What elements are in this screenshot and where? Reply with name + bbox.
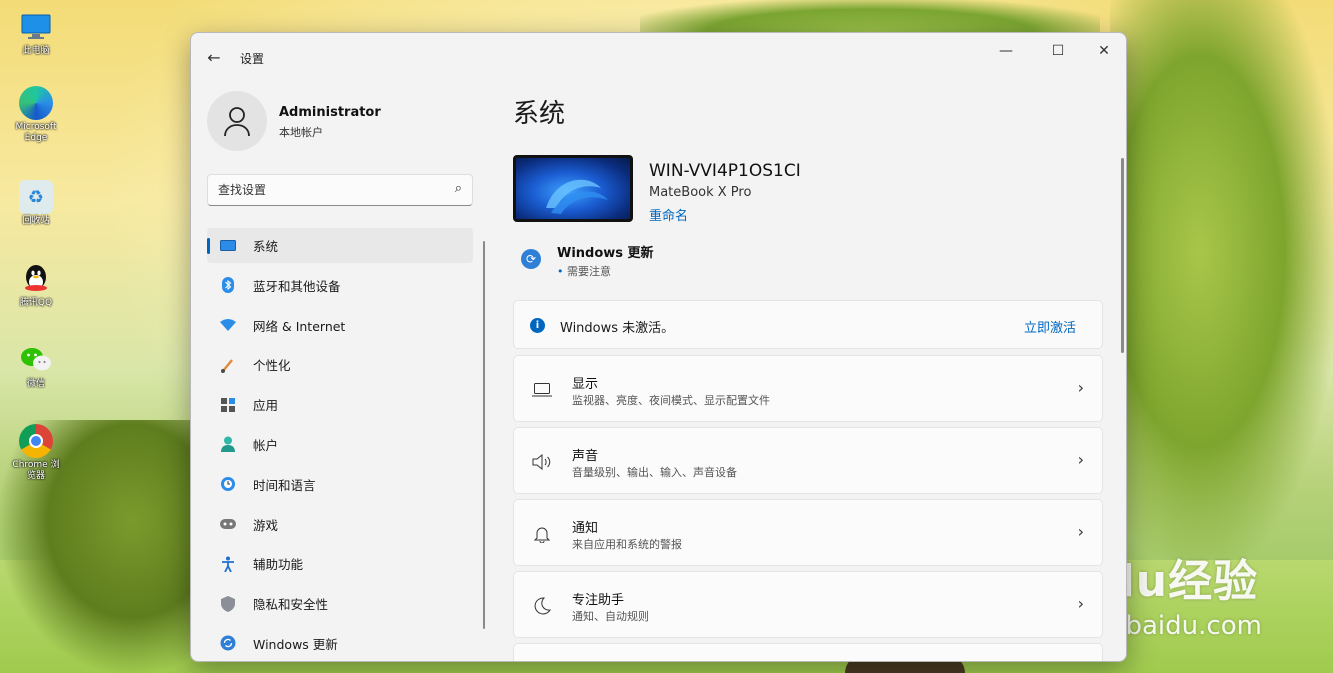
search-box[interactable]: ⌕ (207, 174, 473, 206)
device-model: MateBook X Pro (649, 185, 752, 200)
update-title[interactable]: Windows 更新 (557, 242, 654, 261)
device-wallpaper-thumbnail (513, 155, 633, 222)
qq-icon (19, 262, 53, 296)
update-status: • 需要注意 (557, 265, 611, 278)
sidebar-item-network[interactable]: 网络 & Internet (207, 308, 473, 343)
desktop-icon-chrome[interactable]: Chrome 浏览器 (10, 424, 62, 482)
wechat-icon (19, 343, 53, 377)
maximize-icon: ☐ (1051, 43, 1065, 59)
chrome-icon (19, 424, 53, 458)
sidebar-item-accessibility[interactable]: 辅助功能 (207, 546, 473, 581)
windows-update-icon (219, 634, 237, 652)
windows-update-status-icon: ⟳ (521, 249, 541, 269)
setting-card-display[interactable]: 显示 监视器、亮度、夜间模式、显示配置文件 › (513, 355, 1103, 422)
status-dot-icon: • (557, 265, 564, 278)
sidebar-item-system[interactable]: 系统 (207, 228, 473, 263)
title-bar[interactable]: ← 设置 — ☐ ✕ (191, 33, 1126, 81)
search-icon[interactable]: ⌕ (455, 181, 462, 196)
wallpaper-tree-right (1110, 0, 1333, 560)
gaming-icon (219, 515, 237, 533)
setting-card-notifications[interactable]: 通知 来自应用和系统的警报 › (513, 499, 1103, 566)
activate-now-link[interactable]: 立即激活 (1024, 317, 1076, 336)
desktop-icon-edge[interactable]: Microsoft Edge (10, 86, 62, 144)
computer-icon (19, 10, 53, 44)
chevron-right-icon: › (1077, 594, 1084, 613)
avatar[interactable] (207, 91, 267, 151)
desktop-icon-wechat[interactable]: 微信 (10, 343, 62, 390)
activation-message: Windows 未激活。 (560, 321, 675, 336)
sidebar-item-bluetooth[interactable]: 蓝牙和其他设备 (207, 268, 473, 303)
sidebar-item-privacy[interactable]: 隐私和安全性 (207, 586, 473, 621)
settings-window: ← 设置 — ☐ ✕ Administrator 本地帐户 ⌕ 系统 蓝牙和其他… (190, 32, 1127, 662)
window-title: 设置 (240, 52, 265, 66)
chevron-right-icon: › (1077, 450, 1084, 469)
personalization-icon (219, 356, 237, 374)
device-name: WIN-VVI4P1OS1CI (649, 161, 801, 181)
edge-icon (19, 86, 53, 120)
chevron-right-icon: › (1077, 378, 1084, 397)
rename-link[interactable]: 重命名 (649, 205, 688, 224)
privacy-icon (219, 595, 237, 613)
notifications-icon (532, 524, 552, 544)
accessibility-icon (219, 555, 237, 573)
back-arrow-icon: ← (207, 48, 221, 67)
search-input[interactable] (218, 181, 438, 199)
back-button[interactable]: ← (203, 47, 225, 69)
desktop-icon-this-pc[interactable]: 此电脑 (10, 10, 62, 57)
user-icon (224, 107, 250, 137)
desktop-icon-qq[interactable]: 腾讯QQ (10, 262, 62, 309)
apps-icon (219, 396, 237, 414)
sidebar-nav: 系统 蓝牙和其他设备 网络 & Internet 个性化 应用 帐户 时间和语言 (207, 228, 473, 661)
info-icon: i (530, 318, 545, 333)
profile-name: Administrator (279, 105, 381, 120)
system-icon (219, 237, 237, 255)
bluetooth-icon (219, 276, 237, 294)
sidebar-item-gaming[interactable]: 游戏 (207, 507, 473, 542)
sidebar-item-windows-update[interactable]: Windows 更新 (207, 626, 473, 661)
close-button[interactable]: ✕ (1089, 39, 1119, 63)
page-title: 系统 (513, 99, 566, 129)
focus-assist-icon (532, 596, 552, 616)
close-icon: ✕ (1098, 43, 1110, 59)
display-icon (532, 380, 552, 400)
sidebar-item-personalization[interactable]: 个性化 (207, 347, 473, 382)
desktop-icon-recycle-bin[interactable]: ♻ 回收站 (10, 180, 62, 227)
sound-icon (532, 452, 552, 472)
network-icon (219, 316, 237, 334)
activation-banner: i Windows 未激活。 立即激活 (513, 300, 1103, 349)
time-language-icon (219, 475, 237, 493)
maximize-button[interactable]: ☐ (1043, 39, 1073, 63)
minimize-icon: — (999, 43, 1013, 59)
sidebar-item-accounts[interactable]: 帐户 (207, 427, 473, 462)
minimize-button[interactable]: — (991, 39, 1021, 63)
sidebar-item-apps[interactable]: 应用 (207, 387, 473, 422)
recycle-bin-icon: ♻ (19, 180, 53, 214)
setting-card-sound[interactable]: 声音 音量级别、输出、输入、声音设备 › (513, 427, 1103, 494)
profile-account-type: 本地帐户 (279, 126, 323, 139)
chevron-right-icon: › (1077, 522, 1084, 541)
sidebar-scrollbar[interactable] (483, 241, 485, 629)
accounts-icon (219, 435, 237, 453)
setting-card-next[interactable] (513, 643, 1103, 661)
main-scrollbar[interactable] (1121, 158, 1124, 353)
sidebar-item-time-language[interactable]: 时间和语言 (207, 467, 473, 502)
setting-card-focus-assist[interactable]: 专注助手 通知、自动规则 › (513, 571, 1103, 638)
